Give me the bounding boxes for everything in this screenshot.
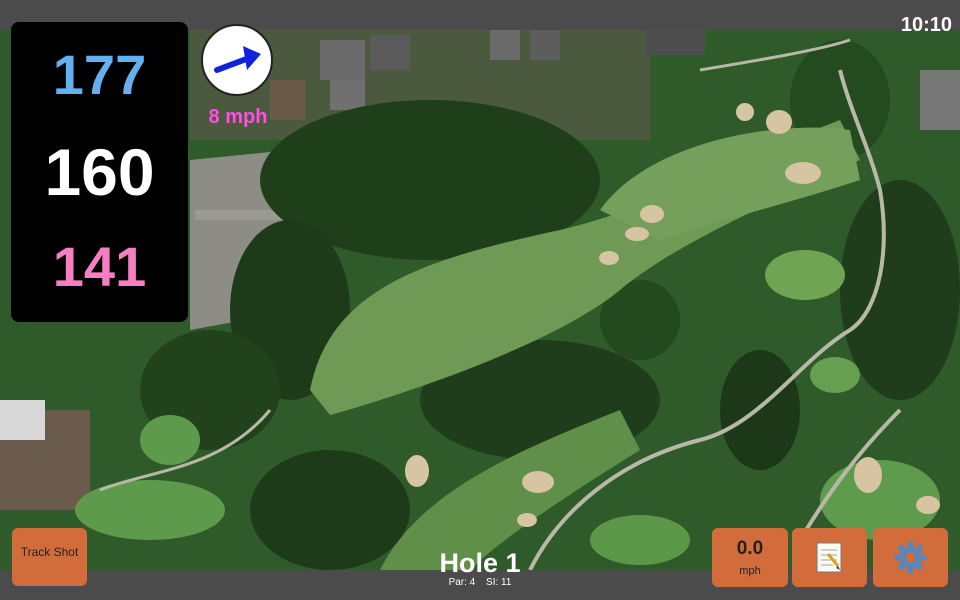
- clock: 10:10: [900, 14, 952, 36]
- speed-button[interactable]: 0.0 mph: [712, 528, 788, 587]
- settings-button[interactable]: [873, 528, 948, 587]
- speed-value: 0.0: [736, 538, 764, 559]
- distance-middle: 160: [44, 135, 155, 209]
- gear-icon: [894, 541, 927, 574]
- speed-unit: mph: [739, 565, 761, 577]
- notes-button[interactable]: [792, 528, 867, 587]
- hole-stroke-index: SI: 11: [486, 577, 512, 588]
- notepad-icon: [816, 542, 842, 573]
- arrow-icon: [214, 46, 261, 73]
- wind-speed: 8 mph: [208, 106, 268, 128]
- distance-front: 141: [52, 235, 147, 298]
- hole-par: Par: 4: [448, 577, 476, 588]
- wind-indicator[interactable]: [201, 24, 273, 96]
- distance-panel: 177 160 141: [11, 22, 188, 322]
- distance-back: 177: [52, 43, 147, 106]
